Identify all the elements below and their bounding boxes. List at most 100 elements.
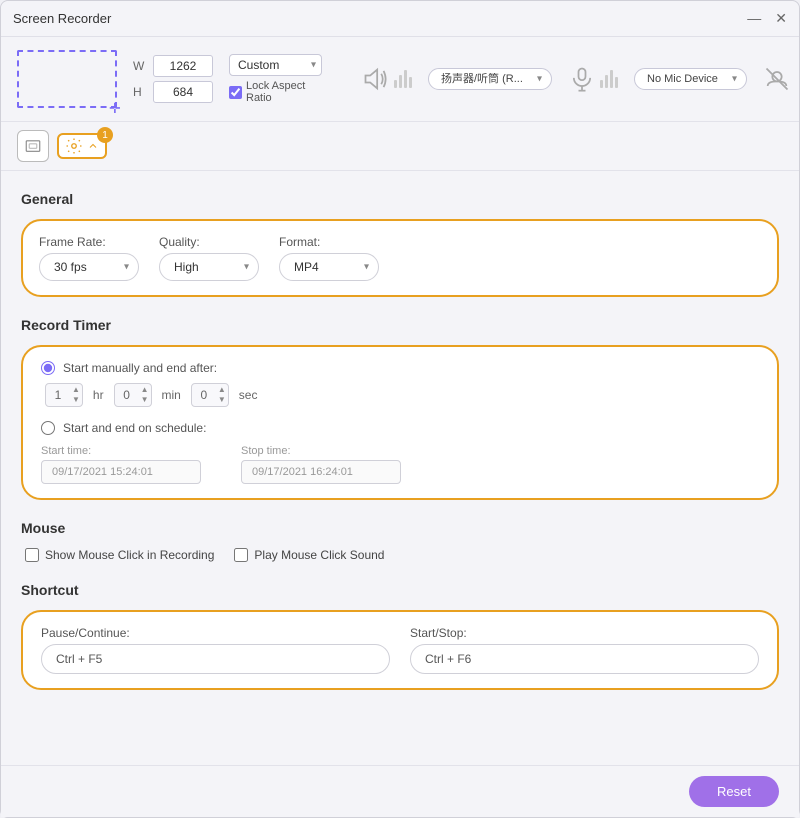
mic-group xyxy=(568,65,618,93)
preset-select[interactable]: Custom Full Screen 720p 1080p xyxy=(229,54,322,76)
time-inputs: 1 ▲ ▼ hr 0 ▲ ▼ min 0 xyxy=(41,383,759,407)
stop-time-input[interactable] xyxy=(241,460,401,484)
frame-rate-label: Frame Rate: xyxy=(39,235,139,249)
stop-time-label: Stop time: xyxy=(241,445,401,457)
sec-stepper[interactable]: 0 ▲ ▼ xyxy=(191,383,229,407)
hour-arrows[interactable]: ▲ ▼ xyxy=(70,385,82,404)
settings-bar: 1 xyxy=(1,122,799,171)
start-time-input[interactable] xyxy=(41,460,201,484)
capture-area: ✛ xyxy=(17,50,117,108)
manual-label: Start manually and end after: xyxy=(63,361,217,375)
frame-rate-select-wrap[interactable]: 15 fps 20 fps 24 fps 30 fps 60 fps xyxy=(39,253,139,281)
start-time-group: Start time: xyxy=(41,445,201,484)
mic-select-wrap[interactable]: No Mic Device xyxy=(634,68,747,90)
capture-mode-icon xyxy=(24,137,42,155)
mouse-options: Show Mouse Click in Recording Play Mouse… xyxy=(21,548,779,562)
stop-time-group: Stop time: xyxy=(241,445,401,484)
window-title: Screen Recorder xyxy=(13,11,111,26)
lock-aspect-label: Lock AspectRatio xyxy=(246,80,305,104)
shortcut-row: Pause/Continue: Start/Stop: xyxy=(41,626,759,674)
min-unit: min xyxy=(162,388,181,402)
sec-up-arrow[interactable]: ▲ xyxy=(216,385,228,395)
height-label: H xyxy=(133,85,149,99)
min-arrows[interactable]: ▲ ▼ xyxy=(139,385,151,404)
webcam-icon xyxy=(763,65,791,93)
webcam-group xyxy=(763,65,791,93)
start-time-label: Start time: xyxy=(41,445,201,457)
mic-bars xyxy=(600,70,618,88)
capture-mode-button[interactable] xyxy=(17,130,49,162)
crosshair-icon: ✛ xyxy=(109,100,121,112)
min-down-arrow[interactable]: ▼ xyxy=(139,395,151,405)
quality-label: Quality: xyxy=(159,235,259,249)
schedule-times: Start time: Stop time: xyxy=(41,445,759,484)
width-input[interactable] xyxy=(153,55,213,77)
speaker-bars xyxy=(394,70,412,88)
lock-aspect-checkbox[interactable] xyxy=(229,86,242,99)
show-click-label: Show Mouse Click in Recording xyxy=(45,548,214,562)
gear-icon xyxy=(65,137,83,155)
chevron-up-icon xyxy=(87,140,99,152)
play-sound-label: Play Mouse Click Sound xyxy=(254,548,384,562)
height-input[interactable] xyxy=(153,81,213,103)
play-sound-checkbox[interactable] xyxy=(234,548,248,562)
min-stepper[interactable]: 0 ▲ ▼ xyxy=(114,383,152,407)
shortcut-section-title: Shortcut xyxy=(21,582,779,598)
settings-gear-button[interactable]: 1 xyxy=(57,133,107,159)
show-click-checkbox[interactable] xyxy=(25,548,39,562)
manual-radio[interactable] xyxy=(41,361,55,375)
pause-continue-field: Pause/Continue: xyxy=(41,626,390,674)
quality-group: Quality: Low Medium High Lossless xyxy=(159,235,259,281)
footer-bar: Reset xyxy=(1,765,799,817)
pause-continue-input[interactable] xyxy=(41,644,390,674)
record-timer-section-title: Record Timer xyxy=(21,317,779,333)
speaker-icon xyxy=(362,65,390,93)
hour-value: 1 xyxy=(46,384,70,406)
min-value: 0 xyxy=(115,384,139,406)
hour-down-arrow[interactable]: ▼ xyxy=(70,395,82,405)
settings-badge: 1 xyxy=(97,127,113,143)
close-button[interactable]: ✕ xyxy=(775,10,787,27)
shortcut-group: Pause/Continue: Start/Stop: xyxy=(21,610,779,690)
sec-value: 0 xyxy=(192,384,216,406)
hour-stepper[interactable]: 1 ▲ ▼ xyxy=(45,383,83,407)
frame-rate-group: Frame Rate: 15 fps 20 fps 24 fps 30 fps … xyxy=(39,235,139,281)
speaker-group xyxy=(362,65,412,93)
quality-select[interactable]: Low Medium High Lossless xyxy=(159,253,259,281)
start-stop-field: Start/Stop: xyxy=(410,626,759,674)
sec-unit: sec xyxy=(239,388,258,402)
speaker-select[interactable]: 扬声器/听筒 (R... xyxy=(428,68,552,90)
mic-icon xyxy=(568,65,596,93)
general-section-title: General xyxy=(21,191,779,207)
play-sound-item: Play Mouse Click Sound xyxy=(234,548,384,562)
speaker-select-wrap[interactable]: 扬声器/听筒 (R... xyxy=(428,68,552,90)
hour-up-arrow[interactable]: ▲ xyxy=(70,385,82,395)
sec-arrows[interactable]: ▲ ▼ xyxy=(216,385,228,404)
hour-unit: hr xyxy=(93,388,104,402)
schedule-label: Start and end on schedule: xyxy=(63,421,206,435)
width-label: W xyxy=(133,59,149,73)
mouse-section-title: Mouse xyxy=(21,520,779,536)
min-up-arrow[interactable]: ▲ xyxy=(139,385,151,395)
dimensions-group: W H xyxy=(133,55,213,103)
capture-rect[interactable]: ✛ xyxy=(17,50,117,108)
quality-select-wrap[interactable]: Low Medium High Lossless xyxy=(159,253,259,281)
start-stop-label: Start/Stop: xyxy=(410,626,759,640)
mouse-section: Mouse Show Mouse Click in Recording Play… xyxy=(21,520,779,562)
pause-continue-label: Pause/Continue: xyxy=(41,626,390,640)
general-group: Frame Rate: 15 fps 20 fps 24 fps 30 fps … xyxy=(21,219,779,297)
frame-rate-select[interactable]: 15 fps 20 fps 24 fps 30 fps 60 fps xyxy=(39,253,139,281)
sec-down-arrow[interactable]: ▼ xyxy=(216,395,228,405)
mic-select[interactable]: No Mic Device xyxy=(634,68,747,90)
record-timer-group: Start manually and end after: 1 ▲ ▼ hr 0… xyxy=(21,345,779,500)
reset-button[interactable]: Reset xyxy=(689,776,779,807)
format-select[interactable]: MP4 MOV AVI MKV xyxy=(279,253,379,281)
start-stop-input[interactable] xyxy=(410,644,759,674)
show-click-item: Show Mouse Click in Recording xyxy=(25,548,214,562)
main-content: General Frame Rate: 15 fps 20 fps 24 fps… xyxy=(1,171,799,765)
schedule-radio[interactable] xyxy=(41,421,55,435)
minimize-button[interactable]: — xyxy=(747,10,761,27)
format-select-wrap[interactable]: MP4 MOV AVI MKV xyxy=(279,253,379,281)
format-group: Format: MP4 MOV AVI MKV xyxy=(279,235,379,281)
preset-select-wrap[interactable]: Custom Full Screen 720p 1080p xyxy=(229,54,322,76)
